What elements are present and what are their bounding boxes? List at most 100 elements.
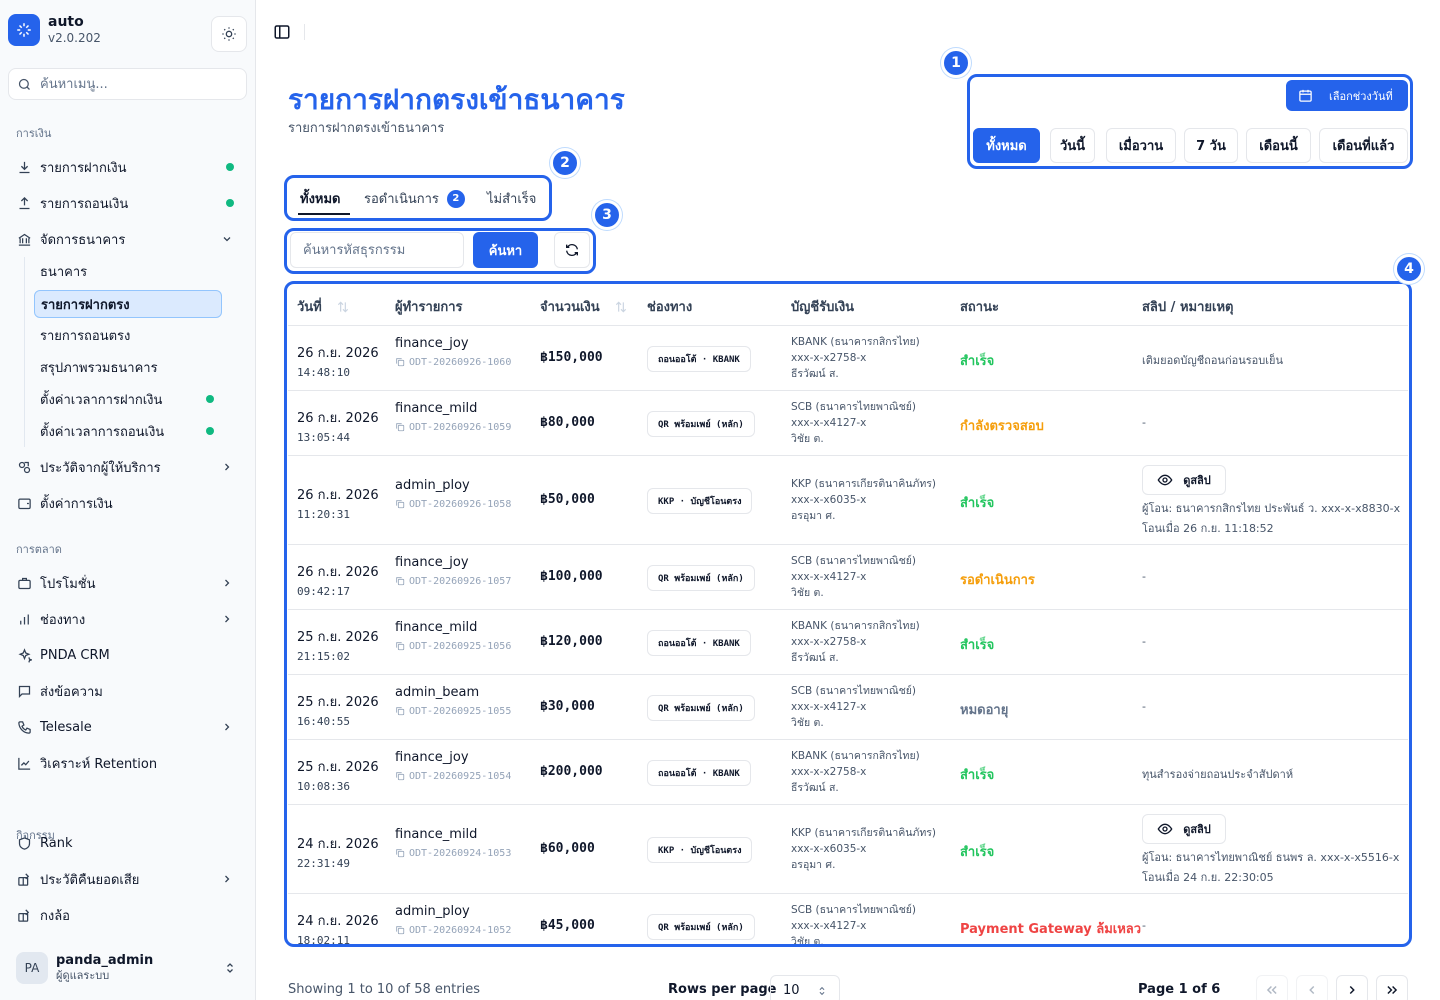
next-page-button[interactable] xyxy=(1336,975,1368,1000)
transaction-time: 22:31:49 xyxy=(297,856,350,870)
operator-name: admin_ploy xyxy=(395,477,470,493)
refresh-button[interactable] xyxy=(554,232,590,268)
table-row[interactable]: 25 ก.ย. 2026 21:15:02 finance_mild ODT-2026… xyxy=(288,610,1408,675)
date-cell: 25 ก.ย. 2026 16:40:55 xyxy=(297,691,379,728)
transaction-id[interactable]: ODT-20260924-1053 xyxy=(395,848,511,859)
transaction-id[interactable]: ODT-20260925-1055 xyxy=(395,706,511,717)
sidebar-item-deposits[interactable]: รายการฝากเงิน xyxy=(16,153,242,181)
chevron-left-icon xyxy=(1305,983,1319,997)
table-row[interactable]: 25 ก.ย. 2026 16:40:55 admin_beam ODT-202609… xyxy=(288,675,1408,740)
page-subtitle: รายการฝากตรงเข้าธนาคาร xyxy=(288,121,445,136)
sidebar-item-retention[interactable]: วิเคราะห์ Retention xyxy=(16,749,242,777)
view-slip-button[interactable]: ดูสลิป xyxy=(1142,814,1226,844)
column-header-status: สถานะ xyxy=(960,296,999,317)
sidebar-toggle-button[interactable] xyxy=(272,22,292,42)
range-today-button[interactable]: วันนี้ xyxy=(1050,128,1095,163)
sidebar-item-telesale[interactable]: Telesale xyxy=(16,713,242,741)
account-holder: วิชัย ต. xyxy=(791,716,824,729)
brand-logo-icon xyxy=(8,14,40,46)
user-cell: finance_mild ODT-20260924-1053 xyxy=(395,827,511,859)
sidebar-item-bank-management[interactable]: จัดการธนาคาร xyxy=(16,225,242,253)
sidebar-subitem-banks[interactable]: ธนาคาร xyxy=(34,257,222,285)
transaction-date: 26 ก.ย. 2026 xyxy=(297,345,379,361)
range-this-month-button[interactable]: เดือนนี้ xyxy=(1246,128,1311,163)
sidebar-subitem-bank-summary[interactable]: สรุปภาพรวมธนาคาร xyxy=(34,353,222,381)
table-row[interactable]: 26 ก.ย. 2026 09:42:17 finance_joy ODT-20260… xyxy=(288,545,1408,610)
sidebar-item-rank[interactable]: Rank xyxy=(16,829,242,857)
transaction-date: 25 ก.ย. 2026 xyxy=(297,694,379,710)
view-slip-button[interactable]: ดูสลิป xyxy=(1142,465,1226,495)
rows-per-page-select[interactable]: 10 xyxy=(770,975,840,1000)
previous-page-button[interactable] xyxy=(1296,975,1328,1000)
table-row[interactable]: 24 ก.ย. 2026 22:31:49 finance_mild ODT-2026… xyxy=(288,805,1408,894)
transaction-id[interactable]: ODT-20260926-1059 xyxy=(395,422,511,433)
first-page-button[interactable] xyxy=(1256,975,1288,1000)
transaction-date: 25 ก.ย. 2026 xyxy=(297,759,379,775)
column-header-channel: ช่องทาง xyxy=(647,296,692,317)
sidebar-item-provider-history[interactable]: ประวัติจากผู้ให้บริการ xyxy=(16,453,242,481)
table-row[interactable]: 26 ก.ย. 2026 14:48:10 finance_joy ODT-20260… xyxy=(288,326,1408,391)
range-last-month-button[interactable]: เดือนที่แล้ว xyxy=(1319,128,1408,163)
transaction-id-text: ODT-20260924-1052 xyxy=(409,924,512,936)
table-row[interactable]: 26 ก.ย. 2026 11:20:31 admin_ploy ODT-202609… xyxy=(288,456,1408,545)
receiving-account-cell: KBANK (ธนาคารกสิกรไทย) xxx-x-x2758-x ธีรวั… xyxy=(791,334,920,382)
theme-toggle-button[interactable] xyxy=(211,16,247,52)
table-row[interactable]: 26 ก.ย. 2026 13:05:44 finance_mild ODT-2026… xyxy=(288,391,1408,456)
user-menu[interactable]: PA panda_admin ผู้ดูแลระบบ xyxy=(16,948,246,988)
range-all-button[interactable]: ทั้งหมด xyxy=(973,128,1040,163)
slip-time: โอนเมื่อ 26 ก.ย. 11:18:52 xyxy=(1142,522,1274,535)
transaction-id[interactable]: ODT-20260925-1054 xyxy=(395,771,511,782)
note-cell: - xyxy=(1142,569,1146,583)
sidebar-item-channels[interactable]: ช่องทาง xyxy=(16,605,242,633)
sidebar-item-crm[interactable]: PNDA CRM xyxy=(16,641,242,669)
brand[interactable]: auto v2.0.202 xyxy=(8,14,101,46)
bank-name: SCB (ธนาคารไทยพาณิชย์) xyxy=(791,684,916,697)
sidebar-subitem-label: สรุปภาพรวมธนาคาร xyxy=(40,360,158,376)
sidebar-item-messages[interactable]: ส่งข้อความ xyxy=(16,677,242,705)
column-header-amount[interactable]: จำนวนเงิน xyxy=(540,296,628,317)
date-range-picker-button[interactable]: เลือกช่วงวันที่ xyxy=(1286,80,1408,111)
transaction-id[interactable]: ODT-20260925-1056 xyxy=(395,641,511,652)
tab-pending[interactable]: รอดำเนินการ 2 xyxy=(364,188,465,209)
submenu-divider xyxy=(24,257,25,447)
tab-all[interactable]: ทั้งหมด xyxy=(300,188,341,209)
column-header-date[interactable]: วันที่ xyxy=(297,296,350,317)
sidebar-subitem-direct-withdraw[interactable]: รายการถอนตรง xyxy=(34,321,222,349)
page-title: รายการฝากตรงเข้าธนาคาร xyxy=(288,83,625,116)
amount-cell: ฿200,000 xyxy=(540,763,603,779)
operator-name: admin_ploy xyxy=(395,903,470,919)
sidebar-subitem-deposit-time[interactable]: ตั้งค่าเวลาการฝากเงิน xyxy=(34,385,222,413)
range-7days-button[interactable]: 7 วัน xyxy=(1184,128,1238,163)
transaction-id[interactable]: ODT-20260926-1057 xyxy=(395,576,511,587)
message-icon xyxy=(16,683,32,699)
search-button[interactable]: ค้นหา xyxy=(473,232,538,268)
transaction-id[interactable]: ODT-20260924-1052 xyxy=(395,925,511,936)
user-cell: finance_mild ODT-20260926-1059 xyxy=(395,401,511,433)
briefcase-icon xyxy=(16,575,32,591)
chevrons-up-down-icon xyxy=(224,961,236,975)
transaction-search-input[interactable] xyxy=(290,232,464,268)
sidebar-item-wheel[interactable]: กงล้อ xyxy=(16,901,242,929)
transaction-id[interactable]: ODT-20260926-1058 xyxy=(395,499,511,510)
slip-time: โอนเมื่อ 24 ก.ย. 22:30:05 xyxy=(1142,871,1274,884)
channel-badge: QR พร้อมเพย์ (หลัก) xyxy=(647,564,755,591)
transaction-id-text: ODT-20260926-1058 xyxy=(409,498,512,510)
sidebar-item-withdrawals[interactable]: รายการถอนเงิน xyxy=(16,189,242,217)
table-row[interactable]: 25 ก.ย. 2026 10:08:36 finance_joy ODT-20260… xyxy=(288,740,1408,805)
sidebar-subitem-withdraw-time[interactable]: ตั้งค่าเวลาการถอนเงิน xyxy=(34,417,222,445)
table-row[interactable]: 24 ก.ย. 2026 18:02:11 admin_ploy ODT-202609… xyxy=(288,894,1408,945)
channel-badge: ถอนออโต้ · KBANK xyxy=(647,345,751,372)
transaction-id[interactable]: ODT-20260926-1060 xyxy=(395,357,511,368)
last-page-button[interactable] xyxy=(1376,975,1408,1000)
tab-failed[interactable]: ไม่สำเร็จ xyxy=(487,188,536,209)
range-yesterday-button[interactable]: เมื่อวาน xyxy=(1106,128,1176,163)
copy-icon xyxy=(395,641,405,651)
sidebar-item-finance-settings[interactable]: ตั้งค่าการเงิน xyxy=(16,489,242,517)
gift-icon xyxy=(16,907,32,923)
sidebar-item-cashback[interactable]: ประวัติคืนยอดเสีย xyxy=(16,865,242,893)
sidebar-item-label: กงล้อ xyxy=(40,908,70,924)
sidebar-subitem-direct-deposit[interactable]: รายการฝากตรง xyxy=(34,290,222,318)
date-cell: 26 ก.ย. 2026 13:05:44 xyxy=(297,407,379,444)
sidebar-item-promotions[interactable]: โปรโมชั่น xyxy=(16,569,242,597)
menu-search-input[interactable] xyxy=(40,76,230,92)
